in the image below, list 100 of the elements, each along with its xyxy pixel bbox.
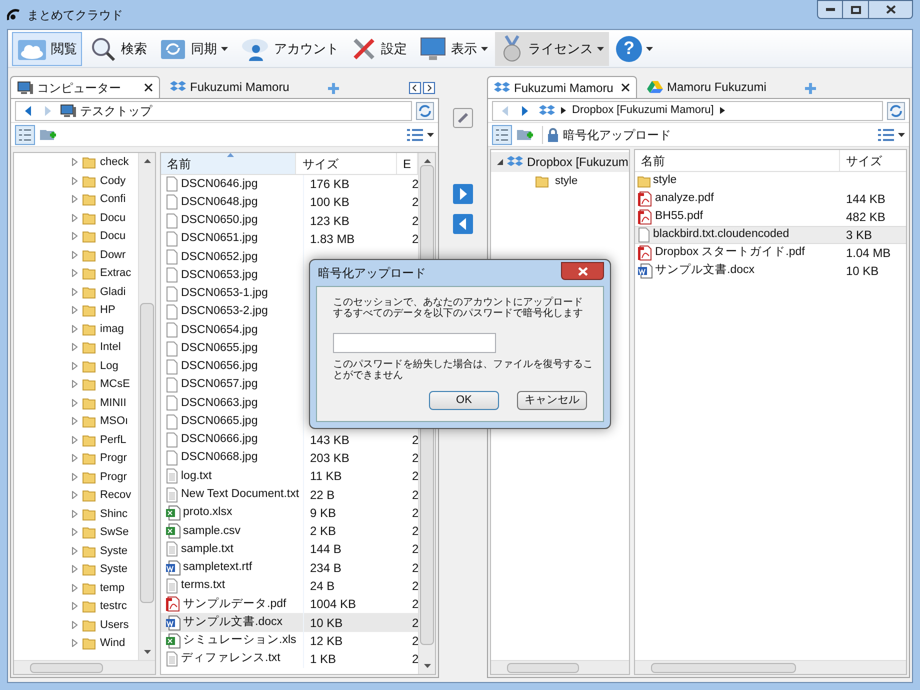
folder-name: testrc <box>100 599 127 614</box>
table-cell: 2 <box>412 451 418 466</box>
folder-name: Log <box>100 358 118 374</box>
file-name: Dropbox スタートガイド.pdf <box>655 245 805 260</box>
file-size: 10 KB <box>846 264 879 278</box>
table-cell: 2 <box>412 469 418 484</box>
file-name: DSCN0654.jpg <box>181 322 258 338</box>
folder-name: imag <box>100 322 124 336</box>
folder-name: Shinc <box>100 506 128 522</box>
table-cell: 2 <box>412 578 418 593</box>
folder-name: Progr <box>100 451 127 466</box>
table-cell: 2 <box>412 214 418 228</box>
table-cell: 2 <box>412 232 418 246</box>
tab-label: コンピューター <box>37 80 122 96</box>
table-cell: 2 <box>412 597 418 612</box>
table-cell: 2 <box>412 432 418 447</box>
tab-label: Fukuzumi Mamoru <box>514 80 614 96</box>
table-cell: 2 <box>412 542 418 556</box>
file-size: 144 KB <box>846 192 886 206</box>
file-size: 1.83 MB <box>310 232 355 246</box>
file-name: terms.txt <box>181 578 226 594</box>
file-size: 234 B <box>310 560 342 575</box>
file-name: シミュレーション.xls <box>183 633 296 648</box>
file-name: log.txt <box>181 468 212 484</box>
folder-name: Syste <box>100 562 128 577</box>
file-name: ディファレンス.txt <box>181 651 280 666</box>
folder-name: style <box>555 174 578 189</box>
folder-name: Syste <box>100 544 128 558</box>
file-name: DSCN0651.jpg <box>181 231 258 246</box>
address-text: テスクトップ <box>80 102 152 120</box>
file-name: サンプル文書.docx <box>655 262 754 278</box>
folder-name: MSOı <box>100 414 128 429</box>
folder-name: Wind <box>100 636 126 651</box>
file-size: 100 KB <box>310 195 350 210</box>
table-cell: 2 <box>412 634 418 648</box>
folder-name: Recov <box>100 488 132 503</box>
file-name: DSCN0655.jpg <box>181 340 258 356</box>
file-size: 1004 KB <box>310 597 356 612</box>
folder-name: temp <box>100 580 124 596</box>
file-size: 123 KB <box>310 214 350 228</box>
file-name: DSCN0668.jpg <box>181 450 258 466</box>
file-name: DSCN0653.jpg <box>181 268 258 283</box>
file-name: BH55.pdf <box>655 209 703 224</box>
folder-name: Dropbox [Fukuzum <box>527 154 628 171</box>
file-name: DSCN0665.jpg <box>181 414 258 429</box>
table-cell: 2 <box>412 195 418 210</box>
folder-name: PerfL <box>100 432 126 448</box>
tab-label: Mamoru Fukuzumi <box>667 79 768 96</box>
folder-name: Confi <box>100 192 126 207</box>
file-size: 176 KB <box>310 177 350 192</box>
file-size: 10 KB <box>310 616 343 630</box>
file-name: DSCN0653-1.jpg <box>181 286 268 302</box>
dialog-message: このセッションで、あなたのアカウントにアップロードするすべてのデータを以下のパスワードで暗号化します <box>333 297 584 319</box>
file-name: DSCN0656.jpg <box>181 359 258 374</box>
folder-name: Dowr <box>100 248 126 262</box>
file-name: analyze.pdf <box>655 191 714 206</box>
file-size: 2 KB <box>310 524 336 538</box>
file-name: DSCN0657.jpg <box>181 377 258 392</box>
folder-name: Cody <box>100 174 126 188</box>
file-name: blackbird.txt.cloudencoded <box>653 227 790 242</box>
folder-name: Docu <box>100 210 126 226</box>
file-size: 1 KB <box>310 652 336 666</box>
file-size: 1.04 MB <box>846 246 891 260</box>
file-size: 144 B <box>310 542 342 556</box>
folder-name: Users <box>100 618 129 632</box>
file-size: 3 KB <box>846 228 872 242</box>
folder-name: SwSe <box>100 525 129 540</box>
file-name: DSCN0650.jpg <box>181 213 258 228</box>
file-name: サンプル文書.docx <box>183 614 282 630</box>
window-title: まとめてクラウド <box>27 6 123 24</box>
file-name: DSCN0663.jpg <box>181 396 258 411</box>
file-name: sample.csv <box>183 524 241 539</box>
file-size: 143 KB <box>310 432 350 447</box>
file-name: DSCN0652.jpg <box>181 250 258 265</box>
dialog-title: 暗号化アップロード <box>317 265 426 282</box>
folder-name: MINII <box>100 396 126 410</box>
folder-name: Gladi <box>100 284 126 300</box>
file-size: 11 KB <box>310 469 342 484</box>
file-name: DSCN0646.jpg <box>181 176 258 192</box>
folder-name: Docu <box>100 229 126 244</box>
folder-name: Extrac <box>100 266 132 281</box>
file-size: 22 B <box>310 488 335 502</box>
table-cell: 2 <box>412 560 418 575</box>
table-cell: 2 <box>412 177 418 192</box>
file-size: 9 KB <box>310 506 336 520</box>
table-cell: 2 <box>412 616 418 630</box>
file-name: DSCN0648.jpg <box>181 194 258 210</box>
table-cell: 2 <box>412 652 418 666</box>
file-name: サンプルデータ.pdf <box>183 596 286 612</box>
table-cell: 2 <box>412 506 418 520</box>
file-name: style <box>653 173 677 188</box>
folder-name: check <box>100 155 129 170</box>
tab-label: Fukuzumi Mamoru <box>190 79 290 96</box>
file-size: 203 KB <box>310 451 350 466</box>
file-size: 24 B <box>310 578 335 593</box>
file-name: sampletext.rtf <box>183 560 252 576</box>
file-size: 12 KB <box>310 634 343 648</box>
file-name: DSCN0653-2.jpg <box>181 304 268 320</box>
table-cell: 2 <box>412 488 418 502</box>
folder-name: HP <box>100 303 116 318</box>
